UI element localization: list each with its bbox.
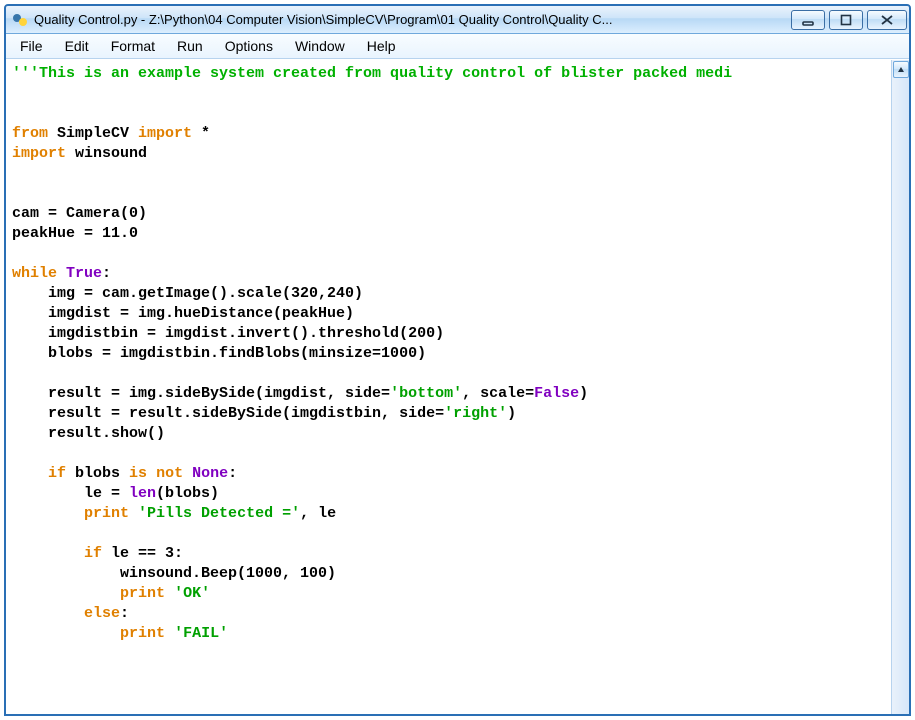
txt <box>12 585 120 602</box>
txt <box>12 625 120 642</box>
txt: blobs <box>66 465 129 482</box>
kw-print: print <box>120 625 165 642</box>
kw-not: not <box>156 465 183 482</box>
docstring: '''This is an example system created fro… <box>12 65 732 82</box>
bi-len: len <box>129 485 156 502</box>
menubar: File Edit Format Run Options Window Help <box>6 34 909 59</box>
txt: * <box>192 125 210 142</box>
idle-window: Quality Control.py - Z:\Python\04 Comput… <box>4 4 911 716</box>
menu-window[interactable]: Window <box>285 36 355 56</box>
kw-while: while <box>12 265 57 282</box>
txt: result = img.sideBySide(imgdist, side= <box>12 385 390 402</box>
menu-file[interactable]: File <box>10 36 53 56</box>
minimize-button[interactable] <box>791 10 825 30</box>
txt: result = result.sideBySide(imgdistbin, s… <box>12 405 444 422</box>
close-button[interactable] <box>867 10 907 30</box>
code-line: result.show() <box>12 425 165 442</box>
vertical-scrollbar[interactable] <box>891 60 909 714</box>
kw-else: else <box>84 605 120 622</box>
code-line: imgdistbin = imgdist.invert().threshold(… <box>12 325 444 342</box>
kw-if: if <box>12 545 102 562</box>
kw-print: print <box>120 585 165 602</box>
maximize-button[interactable] <box>829 10 863 30</box>
kw-if: if <box>12 465 66 482</box>
code-line: cam = Camera(0) <box>12 205 147 222</box>
window-controls <box>791 10 907 30</box>
txt: le == 3: <box>102 545 183 562</box>
code-line: peakHue = 11.0 <box>12 225 138 242</box>
txt: ) <box>507 405 516 422</box>
kw-import: import <box>138 125 192 142</box>
txt: ) <box>579 385 588 402</box>
code-editor[interactable]: '''This is an example system created fro… <box>6 60 891 714</box>
scroll-up-button[interactable] <box>893 61 909 78</box>
window-title: Quality Control.py - Z:\Python\04 Comput… <box>34 12 791 27</box>
kw-import: import <box>12 145 66 162</box>
txt <box>12 505 84 522</box>
txt: , le <box>300 505 336 522</box>
menu-help[interactable]: Help <box>357 36 406 56</box>
code-line: imgdist = img.hueDistance(peakHue) <box>12 305 354 322</box>
str: 'Pills Detected =' <box>138 505 300 522</box>
code-line: img = cam.getImage().scale(320,240) <box>12 285 363 302</box>
txt: , scale= <box>462 385 534 402</box>
txt <box>165 625 174 642</box>
bi-none: None <box>192 465 228 482</box>
bi-false: False <box>534 385 579 402</box>
txt: : <box>120 605 129 622</box>
str: 'FAIL' <box>174 625 228 642</box>
str: 'bottom' <box>390 385 462 402</box>
txt: SimpleCV <box>48 125 138 142</box>
kw-is: is <box>129 465 147 482</box>
bi-true: True <box>57 265 102 282</box>
txt <box>147 465 156 482</box>
titlebar[interactable]: Quality Control.py - Z:\Python\04 Comput… <box>6 6 909 34</box>
txt <box>12 605 84 622</box>
code-line: blobs = imgdistbin.findBlobs(minsize=100… <box>12 345 426 362</box>
kw-print: print <box>84 505 129 522</box>
txt: le = <box>12 485 129 502</box>
str: 'right' <box>444 405 507 422</box>
txt: (blobs) <box>156 485 219 502</box>
code-line: winsound.Beep(1000, 100) <box>12 565 336 582</box>
menu-edit[interactable]: Edit <box>55 36 99 56</box>
txt: winsound <box>66 145 147 162</box>
editor-area: '''This is an example system created fro… <box>6 59 909 714</box>
txt <box>165 585 174 602</box>
str: 'OK' <box>174 585 210 602</box>
menu-run[interactable]: Run <box>167 36 213 56</box>
app-icon <box>12 12 28 28</box>
menu-format[interactable]: Format <box>101 36 165 56</box>
txt <box>129 505 138 522</box>
kw-from: from <box>12 125 48 142</box>
txt: : <box>228 465 237 482</box>
txt: : <box>102 265 111 282</box>
txt <box>183 465 192 482</box>
menu-options[interactable]: Options <box>215 36 283 56</box>
